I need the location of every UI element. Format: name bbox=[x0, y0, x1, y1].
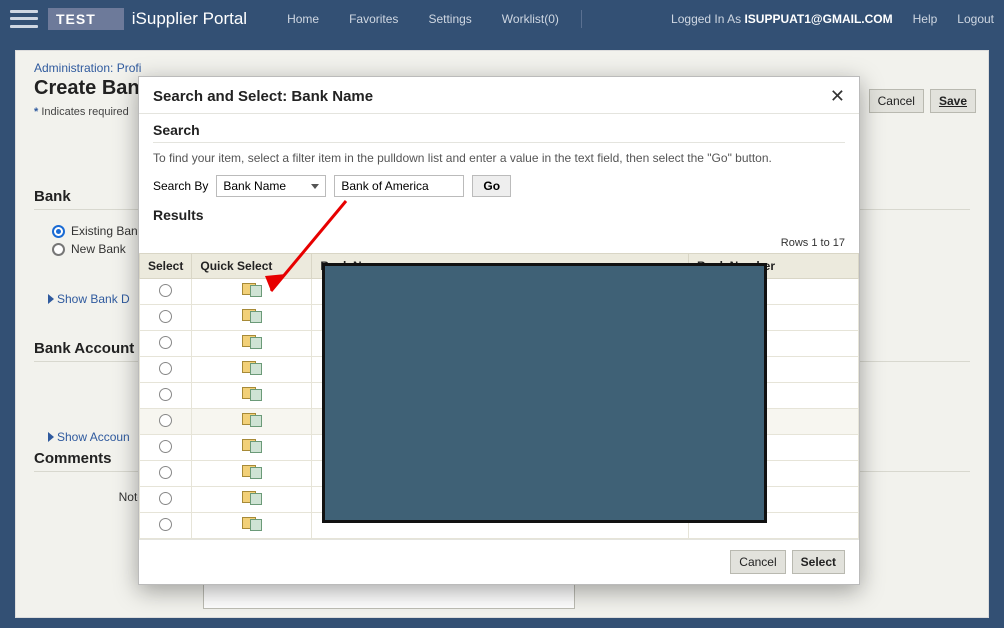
quick-select-icon[interactable] bbox=[242, 335, 262, 349]
quick-select-icon[interactable] bbox=[242, 465, 262, 479]
rows-indicator: Rows 1 to 17 bbox=[139, 227, 859, 253]
search-by-select[interactable]: Bank Name bbox=[216, 175, 326, 197]
save-button[interactable]: Save bbox=[930, 89, 976, 113]
row-select-radio[interactable] bbox=[159, 440, 172, 453]
radio-icon bbox=[52, 243, 65, 256]
quick-select-icon[interactable] bbox=[242, 387, 262, 401]
cancel-button[interactable]: Cancel bbox=[869, 89, 924, 113]
top-nav: TEST iSupplier Portal Home Favorites Set… bbox=[0, 0, 1004, 38]
logged-in-prefix: Logged In As bbox=[671, 12, 744, 26]
quick-select-icon[interactable] bbox=[242, 439, 262, 453]
quick-select-icon[interactable] bbox=[242, 361, 262, 375]
row-select-radio[interactable] bbox=[159, 310, 172, 323]
chevron-right-icon bbox=[48, 432, 54, 442]
nav-logout[interactable]: Logout bbox=[957, 12, 994, 26]
row-select-radio[interactable] bbox=[159, 492, 172, 505]
modal-cancel-button[interactable]: Cancel bbox=[730, 550, 785, 574]
quick-select-icon[interactable] bbox=[242, 517, 262, 531]
row-select-radio[interactable] bbox=[159, 284, 172, 297]
radio-label: Existing Ban bbox=[71, 224, 138, 238]
row-select-radio[interactable] bbox=[159, 414, 172, 427]
search-hint: To find your item, select a filter item … bbox=[153, 151, 845, 165]
col-select: Select bbox=[140, 254, 192, 279]
row-select-radio[interactable] bbox=[159, 388, 172, 401]
nav-settings[interactable]: Settings bbox=[428, 12, 471, 26]
env-badge: TEST bbox=[48, 8, 124, 30]
nav-separator bbox=[581, 10, 582, 28]
quick-select-icon[interactable] bbox=[242, 491, 262, 505]
nav-links: Home Favorites Settings Worklist(0) bbox=[287, 12, 559, 26]
redaction-overlay bbox=[322, 263, 767, 523]
link-label: Show Bank D bbox=[57, 292, 130, 306]
nav-home[interactable]: Home bbox=[287, 12, 319, 26]
hamburger-icon[interactable] bbox=[10, 8, 38, 30]
radio-label: New Bank bbox=[71, 242, 126, 256]
search-header: Search bbox=[153, 122, 845, 143]
logged-in-user: ISUPPUAT1@GMAIL.COM bbox=[744, 12, 892, 26]
nav-favorites[interactable]: Favorites bbox=[349, 12, 398, 26]
required-text: Indicates required bbox=[41, 106, 128, 118]
quick-select-icon[interactable] bbox=[242, 413, 262, 427]
quick-select-icon[interactable] bbox=[242, 309, 262, 323]
chevron-right-icon bbox=[48, 294, 54, 304]
link-label: Show Accoun bbox=[57, 430, 130, 444]
modal-title: Search and Select: Bank Name bbox=[153, 88, 373, 105]
note-label: Note bbox=[34, 490, 144, 504]
close-icon[interactable]: ✕ bbox=[830, 87, 845, 105]
nav-worklist[interactable]: Worklist(0) bbox=[502, 12, 559, 26]
col-quick-select: Quick Select bbox=[192, 254, 312, 279]
results-header: Results bbox=[153, 207, 845, 223]
logged-in-label: Logged In As ISUPPUAT1@GMAIL.COM bbox=[671, 12, 893, 26]
search-by-label: Search By bbox=[153, 179, 208, 193]
row-select-radio[interactable] bbox=[159, 362, 172, 375]
row-select-radio[interactable] bbox=[159, 466, 172, 479]
go-button[interactable]: Go bbox=[472, 175, 511, 197]
modal-select-button[interactable]: Select bbox=[792, 550, 845, 574]
nav-help[interactable]: Help bbox=[913, 12, 938, 26]
quick-select-icon[interactable] bbox=[242, 283, 262, 297]
radio-icon bbox=[52, 225, 65, 238]
breadcrumb[interactable]: Administration: Profi bbox=[34, 61, 970, 75]
row-select-radio[interactable] bbox=[159, 518, 172, 531]
search-value-input[interactable] bbox=[334, 175, 464, 197]
portal-title: iSupplier Portal bbox=[132, 9, 247, 29]
row-select-radio[interactable] bbox=[159, 336, 172, 349]
